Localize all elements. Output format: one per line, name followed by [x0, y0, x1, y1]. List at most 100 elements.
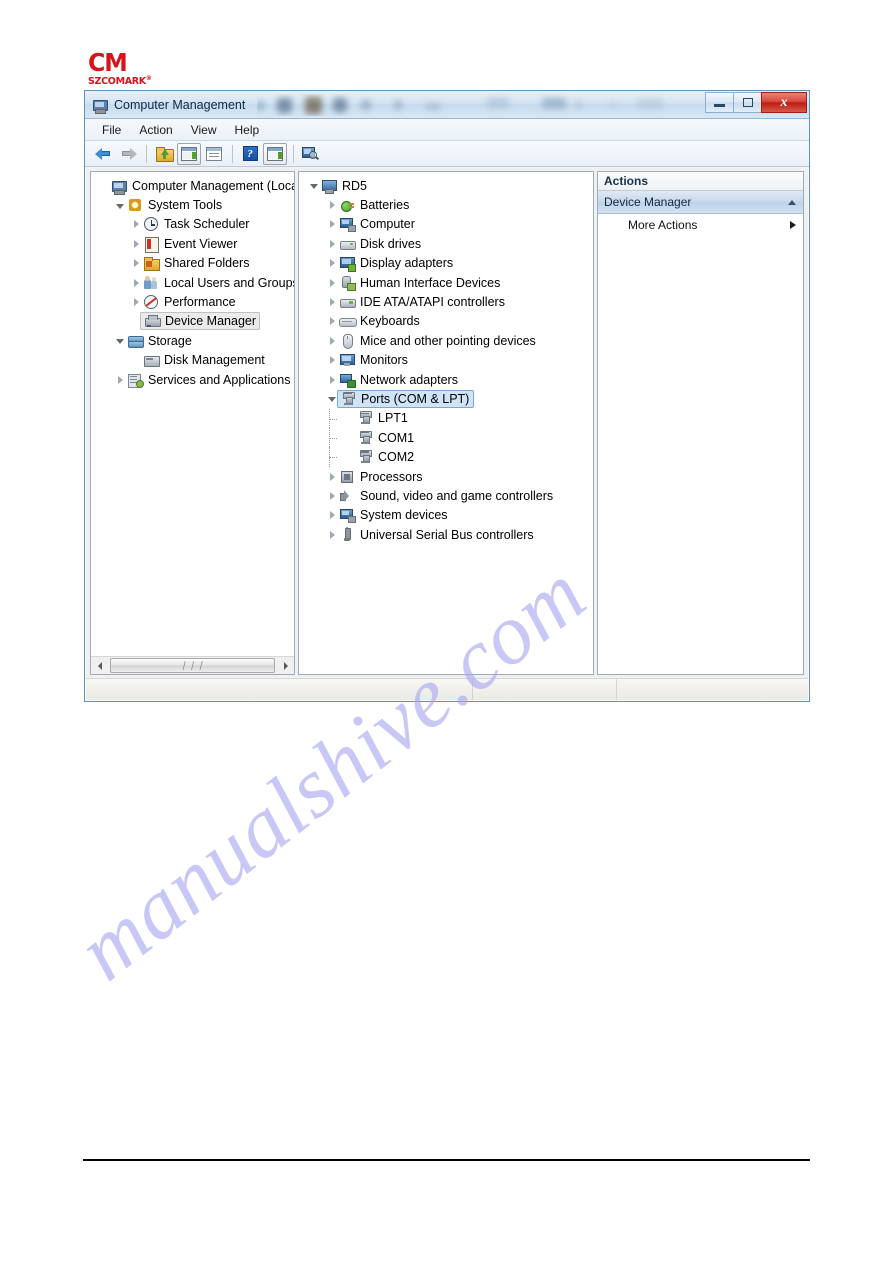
expand-triangle-icon[interactable]	[133, 259, 139, 268]
tree-item-content[interactable]: Keyboards	[339, 313, 420, 329]
tree-item-services-and-applications[interactable]: Services and Applications	[91, 370, 294, 389]
tree-item-task-scheduler[interactable]: Task Scheduler	[91, 215, 294, 234]
expand-triangle-icon[interactable]	[329, 472, 335, 481]
twisty-expanded[interactable]	[113, 196, 127, 215]
expand-triangle-icon[interactable]	[329, 356, 335, 365]
tree-item-content[interactable]: Disk drives	[339, 236, 421, 252]
tree-item-disk-drives[interactable]: Disk drives	[299, 234, 593, 253]
twisty-expanded[interactable]	[307, 176, 321, 195]
minimize-button[interactable]	[705, 92, 734, 113]
tree-item-disk-management[interactable]: Disk Management	[91, 351, 294, 370]
twisty-collapsed[interactable]	[325, 215, 339, 234]
expand-triangle-icon[interactable]	[329, 259, 335, 268]
hscroll-right-arrow[interactable]	[277, 657, 294, 674]
tree-item-content[interactable]: Disk Management	[143, 352, 265, 368]
tree-item-content[interactable]: Batteries	[339, 197, 409, 213]
expand-triangle-icon[interactable]	[133, 239, 139, 248]
collapse-triangle-icon[interactable]	[310, 184, 318, 190]
twisty-collapsed[interactable]	[325, 273, 339, 292]
tree-item-performance[interactable]: Performance	[91, 292, 294, 311]
tree-item-content[interactable]: RD5	[321, 178, 367, 194]
expand-triangle-icon[interactable]	[329, 511, 335, 520]
tree-item-universal-serial-bus-controllers[interactable]: Universal Serial Bus controllers	[299, 525, 593, 544]
tree-item-content[interactable]: Monitors	[339, 352, 408, 368]
menu-help[interactable]: Help	[226, 121, 269, 139]
collapse-triangle-icon[interactable]	[116, 203, 124, 209]
show-hide-console-tree-button[interactable]	[177, 142, 201, 165]
menu-action[interactable]: Action	[130, 121, 181, 139]
tree-item-content[interactable]: Computer	[339, 216, 415, 233]
twisty-collapsed[interactable]	[325, 467, 339, 486]
twisty-collapsed[interactable]	[325, 293, 339, 312]
expand-triangle-icon[interactable]	[133, 278, 139, 287]
console-tree-hscrollbar[interactable]: ❘❘❘	[91, 656, 294, 674]
expand-triangle-icon[interactable]	[133, 220, 139, 229]
properties-button[interactable]	[202, 143, 226, 165]
twisty-collapsed[interactable]	[325, 370, 339, 389]
tree-item-computer-management-local[interactable]: Computer Management (Local	[91, 176, 294, 195]
actions-item-more-actions[interactable]: More Actions	[598, 214, 803, 236]
expand-triangle-icon[interactable]	[329, 336, 335, 345]
tree-item-content[interactable]: Universal Serial Bus controllers	[339, 526, 534, 543]
tree-item-content[interactable]: Services and Applications	[127, 372, 290, 388]
tree-item-content[interactable]: IDE ATA/ATAPI controllers	[339, 294, 505, 310]
collapse-triangle-icon[interactable]	[328, 397, 336, 403]
menu-file[interactable]: File	[93, 121, 130, 139]
twisty-collapsed[interactable]	[325, 351, 339, 370]
selected-tree-item[interactable]: Ports (COM & LPT)	[337, 389, 475, 408]
hscroll-left-arrow[interactable]	[91, 657, 108, 674]
tree-item-processors[interactable]: Processors	[299, 467, 593, 486]
tree-item-sound-video-and-game-controllers[interactable]: Sound, video and game controllers	[299, 486, 593, 505]
tree-item-content[interactable]: Task Scheduler	[143, 216, 249, 232]
tree-item-com1[interactable]: COM1	[299, 428, 593, 448]
tree-item-keyboards[interactable]: Keyboards	[299, 312, 593, 331]
twisty-collapsed[interactable]	[129, 273, 143, 292]
collapse-triangle-icon[interactable]	[116, 339, 124, 345]
close-button[interactable]: x	[761, 92, 807, 113]
tree-item-event-viewer[interactable]: Event Viewer	[91, 234, 294, 253]
tree-item-content[interactable]: Shared Folders	[143, 255, 249, 272]
tree-item-content[interactable]: Display adapters	[339, 255, 453, 273]
tree-item-content[interactable]: Sound, video and game controllers	[339, 488, 553, 504]
expand-triangle-icon[interactable]	[117, 375, 123, 384]
expand-triangle-icon[interactable]	[329, 298, 335, 307]
expand-triangle-icon[interactable]	[329, 201, 335, 210]
tree-item-lpt1[interactable]: LPT1	[299, 408, 593, 429]
window-titlebar[interactable]: Computer Management x	[85, 91, 809, 119]
twisty-collapsed[interactable]	[325, 486, 339, 505]
menu-view[interactable]: View	[182, 121, 226, 139]
twisty-collapsed[interactable]	[129, 215, 143, 234]
tree-item-rd5[interactable]: RD5	[299, 176, 593, 195]
twisty-collapsed[interactable]	[325, 254, 339, 273]
twisty-collapsed[interactable]	[325, 234, 339, 253]
scan-hardware-changes-button[interactable]	[299, 143, 323, 165]
twisty-expanded[interactable]	[113, 331, 127, 350]
tree-item-content[interactable]: Storage	[127, 333, 192, 349]
tree-item-content[interactable]: Human Interface Devices	[339, 275, 500, 291]
twisty-collapsed[interactable]	[325, 506, 339, 525]
tree-item-content[interactable]: Processors	[339, 469, 423, 485]
expand-triangle-icon[interactable]	[329, 530, 335, 539]
tree-item-content[interactable]: COM1	[357, 430, 414, 446]
expand-triangle-icon[interactable]	[329, 491, 335, 500]
expand-triangle-icon[interactable]	[329, 375, 335, 384]
tree-item-content[interactable]: Network adapters	[339, 372, 458, 388]
twisty-collapsed[interactable]	[129, 293, 143, 312]
twisty-collapsed[interactable]	[129, 234, 143, 253]
tree-item-content[interactable]: System Tools	[127, 197, 222, 213]
tree-item-network-adapters[interactable]: Network adapters	[299, 370, 593, 389]
tree-item-system-devices[interactable]: System devices	[299, 506, 593, 525]
tree-item-human-interface-devices[interactable]: Human Interface Devices	[299, 273, 593, 292]
forward-button[interactable]	[116, 143, 140, 165]
up-one-level-button[interactable]	[152, 143, 176, 165]
tree-item-content[interactable]: Event Viewer	[143, 236, 237, 253]
selected-tree-item[interactable]: Device Manager	[140, 312, 261, 331]
tree-item-content[interactable]: LPT1	[357, 410, 408, 426]
back-button[interactable]	[91, 143, 115, 165]
expand-triangle-icon[interactable]	[329, 317, 335, 326]
twisty-collapsed[interactable]	[129, 254, 143, 273]
twisty-collapsed[interactable]	[325, 331, 339, 350]
twisty-collapsed[interactable]	[325, 525, 339, 544]
tree-item-content[interactable]: Performance	[143, 294, 236, 310]
tree-item-com2[interactable]: COM2	[299, 447, 593, 467]
